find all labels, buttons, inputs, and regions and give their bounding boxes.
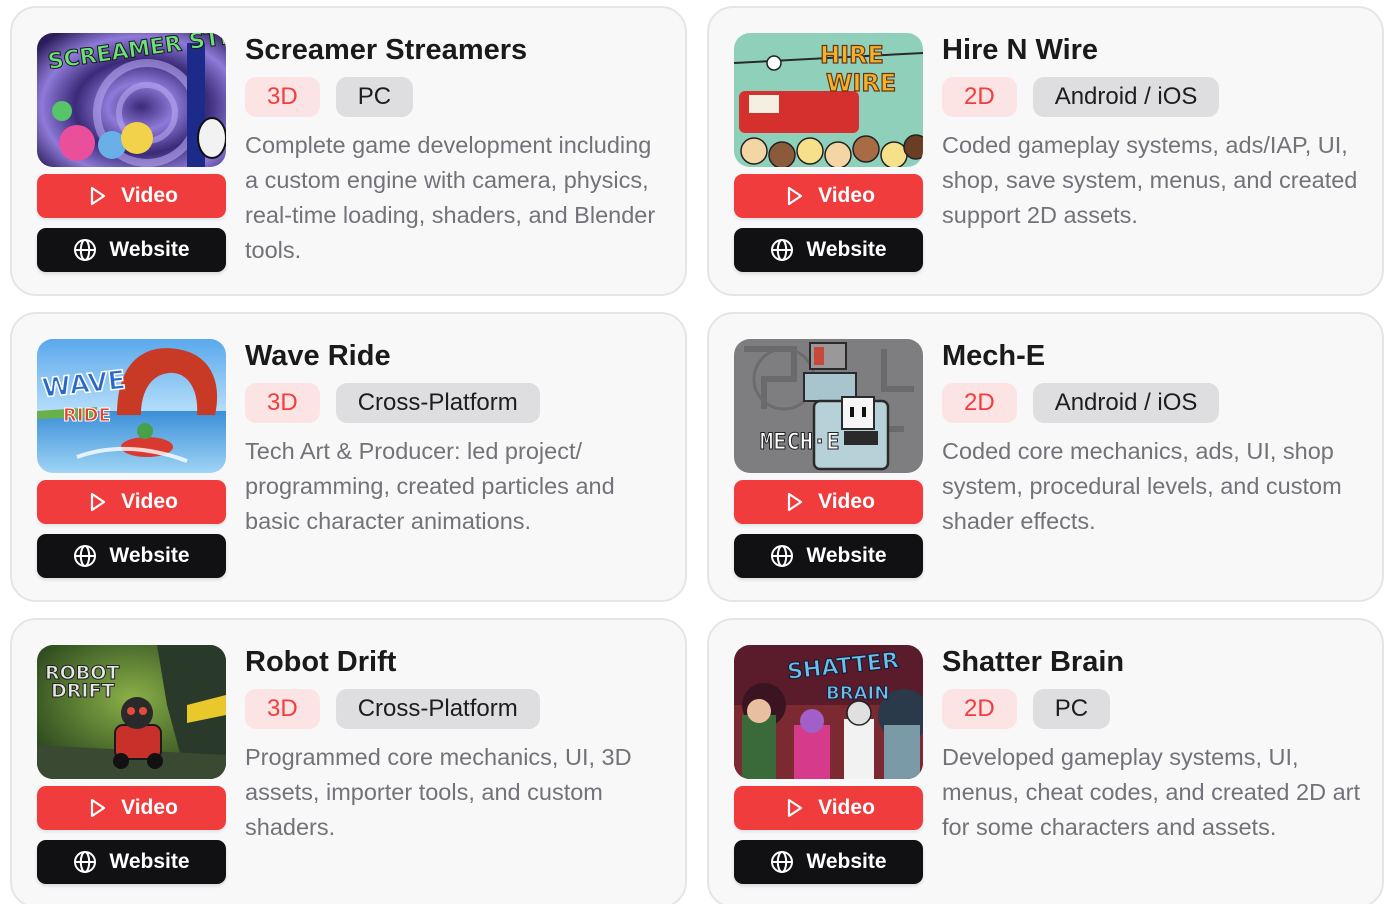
video-button-label: Video	[121, 490, 178, 513]
website-button-label: Website	[806, 850, 887, 873]
play-icon	[90, 798, 106, 818]
project-title: Shatter Brain	[942, 646, 1125, 678]
project-tags: 2D Android / iOS	[942, 383, 1220, 423]
dimension-tag: 3D	[245, 689, 320, 729]
globe-icon	[74, 851, 97, 873]
video-button[interactable]: Video	[734, 786, 923, 830]
dimension-tag: 3D	[245, 383, 320, 423]
project-tags: 3D Cross-Platform	[245, 689, 540, 729]
website-button[interactable]: Website	[37, 534, 226, 578]
website-button-label: Website	[806, 544, 887, 567]
platform-tag: PC	[335, 77, 414, 117]
project-thumbnail[interactable]: WAVE RIDE	[37, 339, 226, 473]
project-title: Wave Ride	[245, 340, 391, 372]
project-description: Coded gameplay systems, ads/IAP, UI, sho…	[942, 132, 1358, 228]
website-button-label: Website	[109, 544, 190, 567]
project-card-wave-ride: WAVE RIDE Video Website Wave Ride 3D Cro…	[10, 312, 687, 602]
play-icon	[90, 186, 106, 206]
project-thumbnail[interactable]: HIRE WIRE	[734, 33, 923, 167]
project-card-hire-n-wire: HIRE WIRE Video Website Hire N Wire 2D A…	[707, 6, 1384, 296]
platform-tag: Android / iOS	[1032, 77, 1220, 117]
project-tags: 3D Cross-Platform	[245, 383, 540, 423]
platform-tag: Cross-Platform	[335, 689, 540, 729]
globe-icon	[771, 545, 794, 567]
play-icon	[90, 492, 106, 512]
globe-icon	[74, 239, 97, 261]
wave-ride-artwork: WAVE RIDE	[37, 339, 226, 473]
project-tags: 2D Android / iOS	[942, 77, 1220, 117]
video-button-label: Video	[121, 184, 178, 207]
svg-text:WIRE: WIRE	[826, 69, 896, 97]
hire-n-wire-artwork: HIRE WIRE	[734, 33, 923, 167]
project-title: Hire N Wire	[942, 34, 1099, 66]
website-button[interactable]: Website	[37, 840, 226, 884]
project-card-shatter-brain: SHATTER BRAIN Video Website Shatter Brai…	[707, 618, 1384, 904]
website-button[interactable]: Website	[734, 228, 923, 272]
svg-text:RIDE: RIDE	[63, 405, 111, 426]
platform-tag: PC	[1032, 689, 1111, 729]
project-description: Coded core mechanics, ads, UI, shop syst…	[942, 438, 1342, 534]
globe-icon	[74, 545, 97, 567]
project-description: Developed gameplay systems, UI, menus, c…	[942, 744, 1361, 840]
website-button-label: Website	[806, 238, 887, 261]
project-card-screamer-streamers: SCREAMER STREAMERS Video Website Screame…	[10, 6, 687, 296]
project-title: Robot Drift	[245, 646, 397, 678]
robot-drift-artwork: ROBOT DRIFT	[37, 645, 226, 779]
globe-icon	[771, 239, 794, 261]
globe-icon	[771, 851, 794, 873]
project-tags: 2D PC	[942, 689, 1111, 729]
video-button[interactable]: Video	[37, 480, 226, 524]
video-button[interactable]: Video	[734, 480, 923, 524]
video-button-label: Video	[121, 796, 178, 819]
mech-e-artwork: MECH·E	[734, 339, 923, 473]
project-tags: 3D PC	[245, 77, 414, 117]
project-title: Mech-E	[942, 340, 1046, 372]
project-card-mech-e: MECH·E Video Website Mech-E 2D Android /…	[707, 312, 1384, 602]
platform-tag: Cross-Platform	[335, 383, 540, 423]
screamer-streamers-artwork: SCREAMER STREAMERS	[37, 33, 226, 167]
video-button[interactable]: Video	[37, 174, 226, 218]
website-button[interactable]: Website	[734, 840, 923, 884]
dimension-tag: 3D	[245, 77, 320, 117]
project-description: Programmed core mechanics, UI, 3D assets…	[245, 744, 632, 840]
project-title: Screamer Streamers	[245, 34, 528, 66]
svg-text:MECH·E: MECH·E	[760, 430, 839, 455]
project-thumbnail[interactable]: MECH·E	[734, 339, 923, 473]
play-icon	[787, 186, 803, 206]
video-button-label: Video	[818, 490, 875, 513]
shatter-brain-artwork: SHATTER BRAIN	[734, 645, 923, 779]
svg-text:HIRE: HIRE	[820, 41, 884, 69]
website-button[interactable]: Website	[734, 534, 923, 578]
website-button-label: Website	[109, 238, 190, 261]
project-thumbnail[interactable]: SCREAMER STREAMERS	[37, 33, 226, 167]
project-thumbnail[interactable]: SHATTER BRAIN	[734, 645, 923, 779]
video-button[interactable]: Video	[37, 786, 226, 830]
project-thumbnail[interactable]: ROBOT DRIFT	[37, 645, 226, 779]
video-button[interactable]: Video	[734, 174, 923, 218]
dimension-tag: 2D	[942, 689, 1017, 729]
play-icon	[787, 492, 803, 512]
website-button[interactable]: Website	[37, 228, 226, 272]
project-description: Tech Art & Producer: led project/ progra…	[245, 438, 615, 534]
svg-text:BRAIN: BRAIN	[826, 683, 889, 704]
platform-tag: Android / iOS	[1032, 383, 1220, 423]
svg-text:DRIFT: DRIFT	[51, 680, 114, 702]
dimension-tag: 2D	[942, 77, 1017, 117]
video-button-label: Video	[818, 796, 875, 819]
project-card-robot-drift: ROBOT DRIFT Video Website Robot Drift 3D…	[10, 618, 687, 904]
video-button-label: Video	[818, 184, 875, 207]
website-button-label: Website	[109, 850, 190, 873]
play-icon	[787, 798, 803, 818]
project-description: Complete game development including a cu…	[245, 132, 656, 263]
dimension-tag: 2D	[942, 383, 1017, 423]
